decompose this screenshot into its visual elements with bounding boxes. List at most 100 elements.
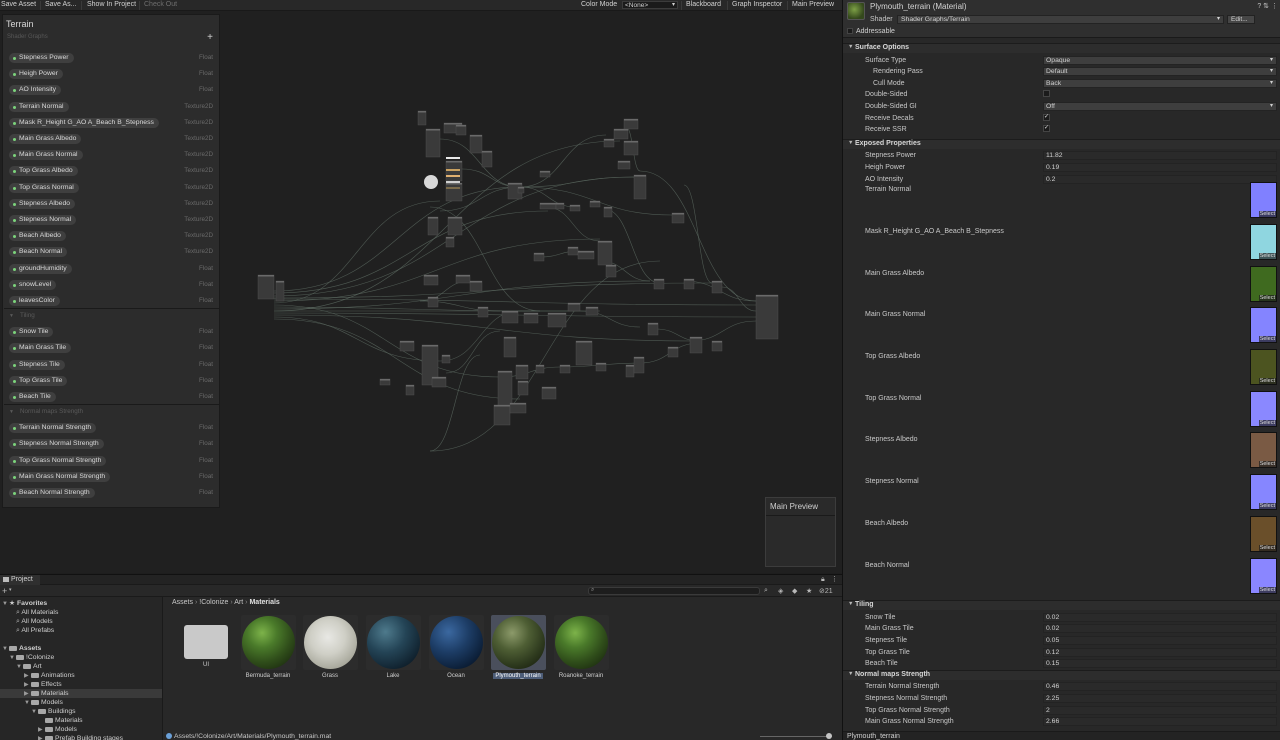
add-asset-button[interactable]: + bbox=[2, 586, 7, 596]
property-pill[interactable]: Beach Normal bbox=[9, 247, 68, 258]
receive-ssr-checkbox[interactable]: ✓ bbox=[1043, 125, 1050, 133]
property-pill[interactable]: Beach Albedo bbox=[9, 231, 66, 242]
terrain-normal-strength-field[interactable]: 0.46 bbox=[1043, 682, 1277, 692]
show-in-project-button[interactable]: Show In Project bbox=[87, 1, 136, 8]
foldout-arrow-icon[interactable]: ▼ bbox=[848, 601, 853, 607]
filter-search-icon[interactable]: ⌕ bbox=[764, 587, 768, 595]
property-pill[interactable]: Stepness Normal Strength bbox=[9, 439, 104, 450]
blackboard-property-main-grass-normal-strength[interactable]: Main Grass Normal Strength Float bbox=[9, 471, 215, 483]
blackboard-property-beach-tile[interactable]: Beach Tile Float bbox=[9, 392, 215, 403]
texture-select-button[interactable]: Select bbox=[1258, 336, 1276, 343]
property-pill[interactable]: Main Grass Normal bbox=[9, 150, 83, 161]
blackboard-property-terrain-normal-strength[interactable]: Terrain Normal Strength Float bbox=[9, 423, 215, 434]
texture-select-button[interactable]: Select bbox=[1258, 419, 1276, 426]
tree-item-folder-building-materials[interactable]: Materials bbox=[38, 716, 83, 725]
surface-options-section-header[interactable]: ▼ Surface Options bbox=[848, 44, 909, 51]
asset-ocean[interactable]: Ocean bbox=[428, 615, 484, 679]
kebab-menu-icon[interactable]: ⋮ bbox=[831, 575, 838, 583]
presets-icon[interactable]: ⇅ bbox=[1263, 3, 1269, 10]
project-search-input[interactable]: ⌕ bbox=[588, 587, 760, 595]
blackboard-property-stepness-albedo[interactable]: Stepness Albedo Texture2D bbox=[9, 198, 215, 210]
main-preview-toggle[interactable]: Main Preview bbox=[792, 1, 834, 8]
blackboard-property-top-grass-albedo[interactable]: Top Grass Albedo Texture2D bbox=[9, 166, 215, 177]
texture-select-button[interactable]: Select bbox=[1258, 294, 1276, 301]
texture-select-button[interactable]: Select bbox=[1258, 503, 1276, 510]
graph-node[interactable] bbox=[493, 404, 511, 426]
blackboard-property-leavescolor[interactable]: leavesColor Float bbox=[9, 296, 215, 307]
expanded-arrow-icon[interactable]: ▼ bbox=[31, 708, 38, 717]
graph-node[interactable] bbox=[633, 356, 645, 374]
property-pill[interactable]: Beach Normal Strength bbox=[9, 488, 95, 498]
tree-item-assets-root[interactable]: ▼ Assets bbox=[2, 644, 41, 653]
normal-maps-strength-section-header[interactable]: ▼ Normal maps Strength bbox=[848, 671, 930, 678]
expanded-arrow-icon[interactable]: ▼ bbox=[2, 645, 9, 654]
property-pill[interactable]: Main Grass Albedo bbox=[9, 134, 82, 144]
blackboard-property-beach-albedo[interactable]: Beach Albedo Texture2D bbox=[9, 231, 215, 242]
graph-node[interactable] bbox=[633, 174, 647, 200]
tree-item-favorite-all-materials[interactable]: ⌕ All Materials bbox=[16, 608, 58, 617]
beach-tile-field[interactable]: 0.15 bbox=[1043, 659, 1277, 669]
blackboard-property-heigh-power[interactable]: Heigh Power Float bbox=[9, 69, 215, 80]
graph-node[interactable] bbox=[575, 340, 593, 366]
stepness-albedo-texture-slot[interactable]: Select bbox=[1250, 432, 1277, 469]
tree-item-favorite-all-models[interactable]: ⌕ All Models bbox=[16, 617, 53, 626]
expanded-arrow-icon[interactable]: ▼ bbox=[2, 600, 9, 609]
thumbnail-size-slider[interactable] bbox=[760, 736, 832, 737]
stepness-tile-field[interactable]: 0.05 bbox=[1043, 636, 1277, 645]
type-filter-icon[interactable]: ◈ bbox=[778, 587, 783, 595]
graph-node[interactable] bbox=[755, 294, 779, 340]
property-pill[interactable]: leavesColor bbox=[9, 296, 60, 306]
addressable-checkbox[interactable] bbox=[847, 28, 853, 35]
blackboard-property-stepness-normal[interactable]: Stepness Normal Texture2D bbox=[9, 215, 215, 226]
asset-lake[interactable]: Lake bbox=[365, 615, 421, 679]
heigh-power-field[interactable]: 0.19 bbox=[1043, 163, 1277, 172]
stepness-normal-texture-slot[interactable]: Select bbox=[1250, 474, 1277, 511]
blackboard-property-mask-r-height-g-ao-a-beach-b-stepness[interactable]: Mask R_Height G_AO A_Beach B_Stepness Tex… bbox=[9, 117, 215, 129]
graph-node[interactable] bbox=[427, 216, 439, 236]
exposed-properties-section-header[interactable]: ▼ Exposed Properties bbox=[848, 140, 921, 147]
tree-item-folder-models[interactable]: ▼ Models bbox=[24, 698, 63, 707]
graph-node[interactable] bbox=[517, 380, 529, 396]
blackboard-property-snow-tile[interactable]: Snow Tile Float bbox=[9, 327, 215, 338]
graph-node[interactable] bbox=[469, 134, 483, 154]
tiling-category-header[interactable]: ▼ Tiling bbox=[9, 312, 35, 319]
blackboard-property-stepness-normal-strength[interactable]: Stepness Normal Strength Float bbox=[9, 439, 215, 450]
blackboard-property-stepness-power[interactable]: Stepness Power Float bbox=[9, 53, 215, 64]
addressable-toggle[interactable]: Addressable bbox=[847, 28, 895, 35]
property-pill[interactable]: Mask R_Height G_AO A_Beach B_Stepness bbox=[9, 117, 159, 128]
blackboard-property-top-grass-normal[interactable]: Top Grass Normal Texture2D bbox=[9, 182, 215, 194]
graph-node[interactable] bbox=[501, 310, 519, 324]
check-out-button[interactable]: Check Out bbox=[144, 1, 177, 8]
main-grass-albedo-texture-slot[interactable]: Select bbox=[1250, 265, 1277, 302]
graph-node[interactable] bbox=[515, 364, 529, 380]
blackboard-property-top-grass-tile[interactable]: Top Grass Tile Float bbox=[9, 375, 215, 387]
asset-bermuda-terrain[interactable]: Bermuda_terrain bbox=[240, 615, 296, 679]
color-mode-dropdown[interactable]: <None> ▾ bbox=[622, 1, 678, 9]
graph-node[interactable] bbox=[625, 364, 635, 378]
property-pill[interactable]: Top Grass Albedo bbox=[9, 166, 78, 177]
tree-item-folder-colonize[interactable]: ▼ !Colonize bbox=[9, 653, 54, 662]
graph-node[interactable] bbox=[425, 128, 441, 158]
asset-grass[interactable]: Grass bbox=[302, 615, 358, 679]
top-grass-normal-strength-field[interactable]: 2 bbox=[1043, 705, 1277, 715]
texture-select-button[interactable]: Select bbox=[1258, 586, 1276, 593]
blackboard-property-main-grass-normal[interactable]: Main Grass Normal Texture2D bbox=[9, 150, 215, 161]
texture-select-button[interactable]: Select bbox=[1258, 544, 1276, 551]
stepness-normal-strength-field[interactable]: 2.25 bbox=[1043, 694, 1277, 703]
tree-item-folder-animations[interactable]: ▶ Animations bbox=[24, 671, 75, 680]
top-grass-tile-field[interactable]: 0.12 bbox=[1043, 647, 1277, 657]
surface-type-dropdown[interactable]: Opaque bbox=[1043, 55, 1277, 65]
kebab-menu-icon[interactable]: ⋮ bbox=[1271, 3, 1278, 10]
mask-r-height-g-ao-a-beach-b-stepness-texture-slot[interactable]: Select bbox=[1250, 223, 1277, 260]
property-pill[interactable]: Main Grass Tile bbox=[9, 343, 72, 354]
expanded-arrow-icon[interactable]: ▼ bbox=[24, 699, 31, 708]
asset-plymouth-terrain[interactable]: Plymouth_terrain bbox=[490, 615, 546, 679]
blackboard-property-groundhumidity[interactable]: groundHumidity Float bbox=[9, 263, 215, 275]
main-preview-panel[interactable]: Main Preview bbox=[765, 497, 836, 567]
property-pill[interactable]: Top Grass Tile bbox=[9, 375, 68, 386]
tiling-section-bar[interactable] bbox=[843, 600, 1280, 611]
graph-node[interactable] bbox=[275, 280, 285, 302]
blackboard-property-snowlevel[interactable]: snowLevel Float bbox=[9, 279, 215, 291]
breadcrumb-item[interactable]: !Colonize bbox=[199, 599, 228, 606]
property-pill[interactable]: Heigh Power bbox=[9, 69, 63, 80]
